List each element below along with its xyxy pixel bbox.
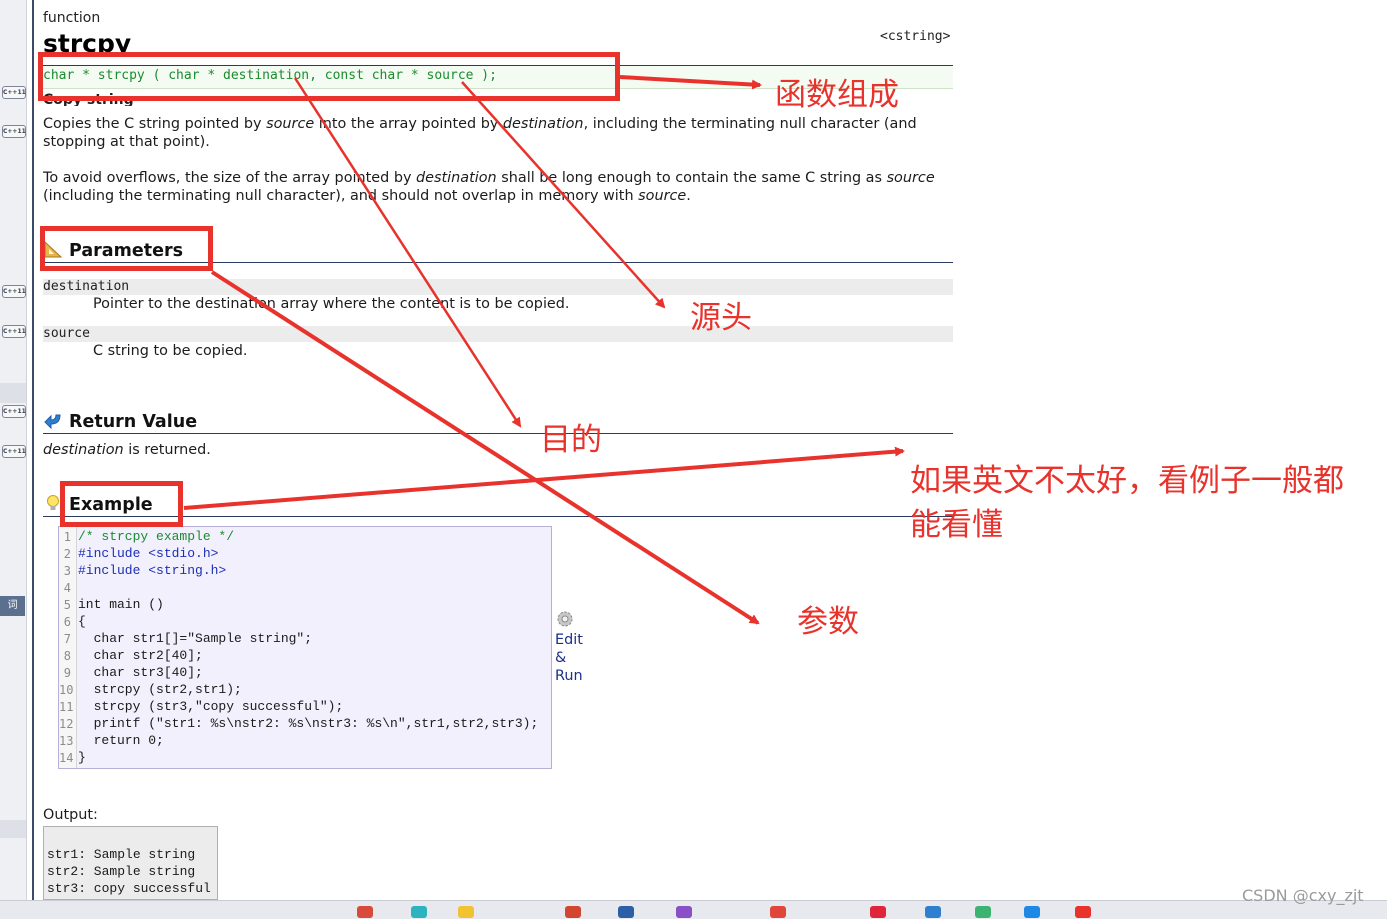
code-example-box[interactable]: 1 2 3 4 5 6 7 8 9 10 11 12 13 14 /* strc… <box>58 526 552 769</box>
app-icon[interactable] <box>618 906 634 918</box>
cpp11-badge[interactable]: C++11 <box>2 285 26 298</box>
dictionary-icon[interactable]: 词 <box>0 596 25 616</box>
app-icon[interactable] <box>870 906 886 918</box>
cpp11-badge[interactable]: C++11 <box>2 86 26 99</box>
annotation-box-prototype <box>38 52 620 101</box>
output-line: str3: copy successful <box>47 881 211 896</box>
return-arrow-icon <box>44 414 61 430</box>
param-name: source <box>43 326 90 341</box>
annotation-example-tip-line2: 能看懂 <box>910 507 1003 543</box>
line-number: 2 <box>63 547 71 561</box>
line-number: 10 <box>59 683 74 697</box>
edit-run-word[interactable]: Run <box>555 667 583 685</box>
annotation-example-tip-line1: 如果英文不太好，看例子一般都 <box>910 463 1344 499</box>
content-left-border <box>32 0 34 918</box>
line-number: 11 <box>59 700 74 714</box>
annotation-params: 参数 <box>797 604 859 640</box>
line-number: 4 <box>63 581 71 595</box>
app-icon[interactable] <box>357 906 373 918</box>
code-line: } <box>78 750 86 765</box>
line-number: 8 <box>63 649 71 663</box>
edit-run-word[interactable]: & <box>555 649 583 667</box>
edit-run-word[interactable]: Edit <box>555 631 583 649</box>
line-number: 14 <box>59 751 74 765</box>
code-line: strcpy (str2,str1); <box>78 682 242 697</box>
code-line: return 0; <box>78 733 164 748</box>
param-description: C string to be copied. <box>93 343 248 359</box>
return-value-heading: Return Value <box>69 412 198 432</box>
arrow-to-example-tip <box>183 446 905 510</box>
section-rule <box>43 433 953 434</box>
code-line: char str1[]="Sample string"; <box>78 631 313 646</box>
line-number: 7 <box>63 632 71 646</box>
app-icon[interactable] <box>770 906 786 918</box>
line-number: 3 <box>63 564 71 578</box>
annotation-composition: 函数组成 <box>775 77 899 113</box>
edit-run-link[interactable]: Edit & Run <box>555 631 583 685</box>
param-description: Pointer to the destination array where t… <box>93 296 570 312</box>
sidebar-band <box>0 383 26 403</box>
app-icon[interactable] <box>565 906 581 918</box>
code-line: char str2[40]; <box>78 648 203 663</box>
sidebar-band <box>0 820 26 838</box>
header-tag[interactable]: <cstring> <box>880 29 950 44</box>
annotation-purpose: 目的 <box>540 422 602 458</box>
code-line: { <box>78 614 86 629</box>
output-line: str1: Sample string <box>47 847 196 862</box>
taskbar <box>0 900 1387 919</box>
cpp11-badge[interactable]: C++11 <box>2 325 26 338</box>
annotation-box-example <box>60 481 183 527</box>
app-icon[interactable] <box>676 906 692 918</box>
param-row-bg <box>43 326 953 342</box>
app-icon[interactable] <box>925 906 941 918</box>
line-number: 5 <box>63 598 71 612</box>
return-value-text: destination is returned. <box>43 442 211 458</box>
output-line: str2: Sample string <box>47 864 196 879</box>
line-number: 12 <box>59 717 74 731</box>
app-icon[interactable] <box>975 906 991 918</box>
code-line: printf ("str1: %s\nstr2: %s\nstr3: %s\n"… <box>78 716 539 731</box>
csdn-watermark: CSDN @cxy_zjt <box>1242 886 1364 905</box>
description-paragraph-1: Copies the C string pointed by source in… <box>43 116 917 150</box>
param-row-bg <box>43 279 953 295</box>
cpp11-badge[interactable]: C++11 <box>2 445 26 458</box>
line-number: 1 <box>63 530 71 544</box>
description-paragraph-2: To avoid overflows, the size of the arra… <box>43 170 935 204</box>
gear-icon[interactable] <box>556 610 574 628</box>
code-line: int main () <box>78 597 164 612</box>
cpp11-badge[interactable]: C++11 <box>2 125 26 138</box>
output-label: Output: <box>43 807 98 823</box>
output-box: str1: Sample string str2: Sample string … <box>43 826 218 900</box>
app-icon[interactable] <box>411 906 427 918</box>
line-number: 6 <box>63 615 71 629</box>
code-line: #include <string.h> <box>78 563 227 578</box>
app-icon[interactable] <box>1024 906 1040 918</box>
annotation-source: 源头 <box>690 300 752 336</box>
code-line: /* strcpy example */ <box>78 529 235 544</box>
entity-kind: function <box>43 10 101 26</box>
param-name: destination <box>43 279 130 294</box>
line-number: 9 <box>63 666 71 680</box>
code-line: #include <stdio.h> <box>78 546 219 561</box>
line-number: 13 <box>59 734 74 748</box>
cpp11-badge[interactable]: C++11 <box>2 405 26 418</box>
folder-icon[interactable] <box>458 906 474 918</box>
page-title: strcpy <box>43 29 132 52</box>
code-line: strcpy (str3,"copy successful"); <box>78 699 344 714</box>
annotation-box-parameters <box>40 226 213 271</box>
app-icon[interactable] <box>1075 906 1091 918</box>
code-line: char str3[40]; <box>78 665 203 680</box>
